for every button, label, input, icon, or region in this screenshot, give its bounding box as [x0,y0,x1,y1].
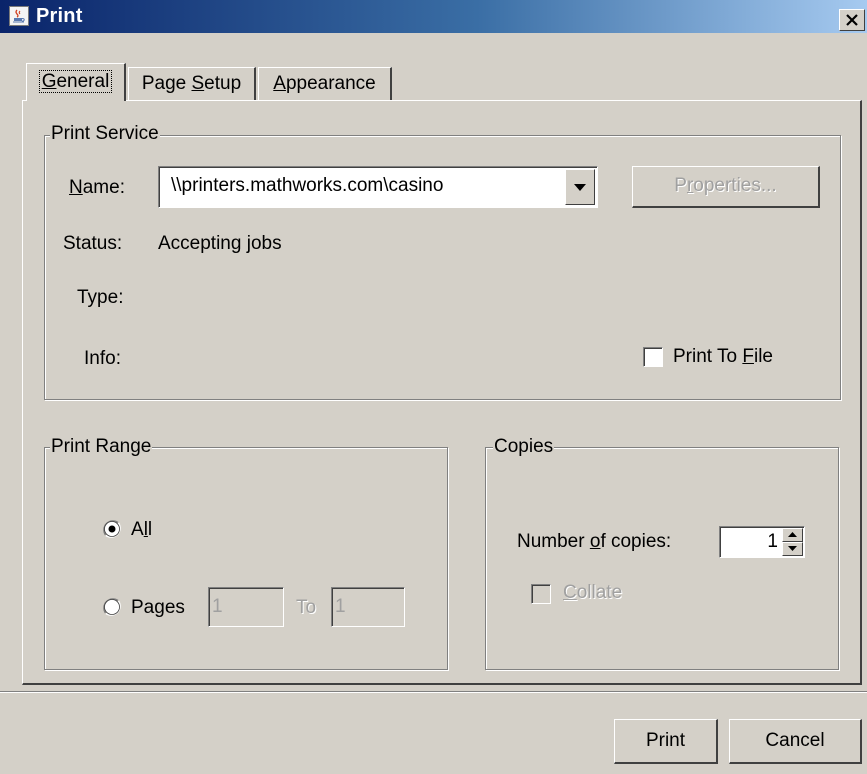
type-label: Type: [77,287,124,308]
info-label: Info: [84,348,121,369]
pages-radio[interactable] [102,597,122,617]
to-label: To [296,597,317,618]
copies-title: Copies [493,436,555,457]
arrow-down-icon [788,546,797,551]
copies-spinner[interactable]: 1 [719,526,805,558]
pages-from-field[interactable]: 1 [208,587,284,627]
properties-button[interactable]: Properties... [632,166,820,208]
tab-page-setup-label: Page Setup [141,73,242,94]
chevron-down-icon [574,184,586,191]
name-label: Name: [69,177,125,198]
close-button[interactable] [839,9,865,31]
print-button[interactable]: Print [614,719,718,764]
print-to-file-label: Print To File [673,346,773,367]
properties-label: Properties... [674,175,777,196]
tab-general-label: General [38,70,113,93]
copies-value: 1 [767,531,778,552]
print-dialog: Print General Page Setup Appearance Prin… [0,0,867,774]
printer-name-value: \\printers.mathworks.com\casino [171,175,444,196]
print-to-file-checkbox[interactable] [643,347,663,367]
pages-to-field[interactable]: 1 [331,587,405,627]
number-of-copies-label: Number of copies: [517,531,672,552]
copies-decrement-button[interactable] [782,542,803,556]
tab-general[interactable]: General [26,63,126,101]
pages-label: Pages [131,597,185,618]
cancel-button[interactable]: Cancel [729,719,862,764]
copies-group [485,447,839,670]
copies-increment-button[interactable] [782,528,803,542]
status-label: Status: [63,233,123,254]
collate-label: Collate [563,582,623,603]
all-label: All [131,519,153,540]
printer-dropdown-button[interactable] [565,169,595,205]
separator [0,691,867,693]
collate-checkbox[interactable] [531,584,551,604]
window-title: Print [36,5,83,27]
close-icon [846,14,858,26]
title-bar[interactable]: Print [0,0,867,33]
print-service-title: Print Service [50,123,160,144]
tab-appearance[interactable]: Appearance [258,67,392,100]
tab-page-setup[interactable]: Page Setup [128,67,256,100]
java-cup-icon [9,6,29,26]
print-button-label: Print [645,730,686,751]
tab-appearance-label: Appearance [273,73,376,94]
arrow-up-icon [788,532,797,537]
status-value: Accepting jobs [158,233,282,254]
all-radio[interactable] [102,519,122,539]
print-range-title: Print Range [50,436,153,457]
cancel-button-label: Cancel [765,730,825,751]
printer-name-combobox[interactable]: \\printers.mathworks.com\casino [158,166,598,208]
print-range-group [44,447,448,670]
